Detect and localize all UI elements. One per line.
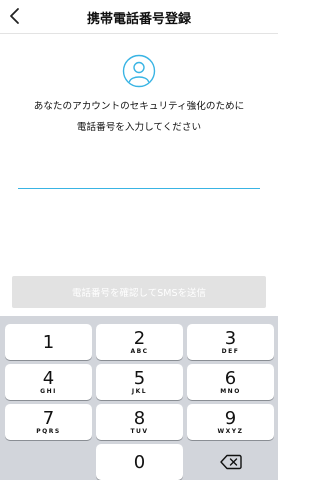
nav-bar: 携帯電話番号登録	[0, 0, 278, 34]
key-letters: JKL	[131, 387, 148, 395]
key-0[interactable]: 0	[96, 444, 183, 480]
key-8[interactable]: 8 TUV	[96, 404, 183, 440]
key-number: 8	[133, 407, 146, 429]
key-6[interactable]: 6 MNO	[187, 364, 274, 400]
key-number: 1	[42, 331, 55, 353]
backspace-icon	[219, 454, 242, 470]
key-2[interactable]: 2 ABC	[96, 324, 183, 360]
key-5[interactable]: 5 JKL	[96, 364, 183, 400]
key-letters: MNO	[220, 387, 241, 395]
instruction-line-1: あなたのアカウントのセキュリティ強化のために	[33, 101, 245, 112]
key-letters: ABC	[130, 347, 149, 355]
key-number: 6	[224, 367, 237, 389]
key-number: 7	[42, 407, 55, 429]
key-1[interactable]: 1	[5, 324, 92, 360]
key-number: 4	[42, 367, 55, 389]
key-4[interactable]: 4 GHI	[5, 364, 92, 400]
key-number: 0	[133, 451, 146, 473]
key-number: 3	[224, 327, 237, 349]
send-sms-button[interactable]: 電話番号を確認してSMSを送信	[12, 276, 266, 308]
user-avatar-icon	[122, 54, 156, 88]
instruction-line-2: 電話番号を入力してください	[76, 122, 202, 133]
key-letters: TUV	[130, 427, 149, 435]
key-letters: GHI	[40, 387, 57, 395]
key-number: 5	[133, 367, 146, 389]
key-letters: DEF	[221, 347, 240, 355]
key-3[interactable]: 3 DEF	[187, 324, 274, 360]
phone-number-input[interactable]	[18, 163, 260, 189]
key-9[interactable]: 9 WXYZ	[187, 404, 274, 440]
numeric-keypad: 1 2 ABC 3 DEF 4 GHI 5 JKL 6 MNO 7 PQRS 8…	[0, 316, 278, 480]
instruction-text: あなたのアカウントのセキュリティ強化のために 電話番号を入力してください	[0, 96, 278, 138]
key-number: 9	[224, 407, 237, 429]
key-letters: PQRS	[36, 427, 61, 435]
key-letters: WXYZ	[217, 427, 244, 435]
key-number: 2	[133, 327, 146, 349]
page-title: 携帯電話番号登録	[86, 12, 191, 27]
key-7[interactable]: 7 PQRS	[5, 404, 92, 440]
key-blank	[5, 444, 92, 480]
delete-key[interactable]	[187, 444, 274, 480]
